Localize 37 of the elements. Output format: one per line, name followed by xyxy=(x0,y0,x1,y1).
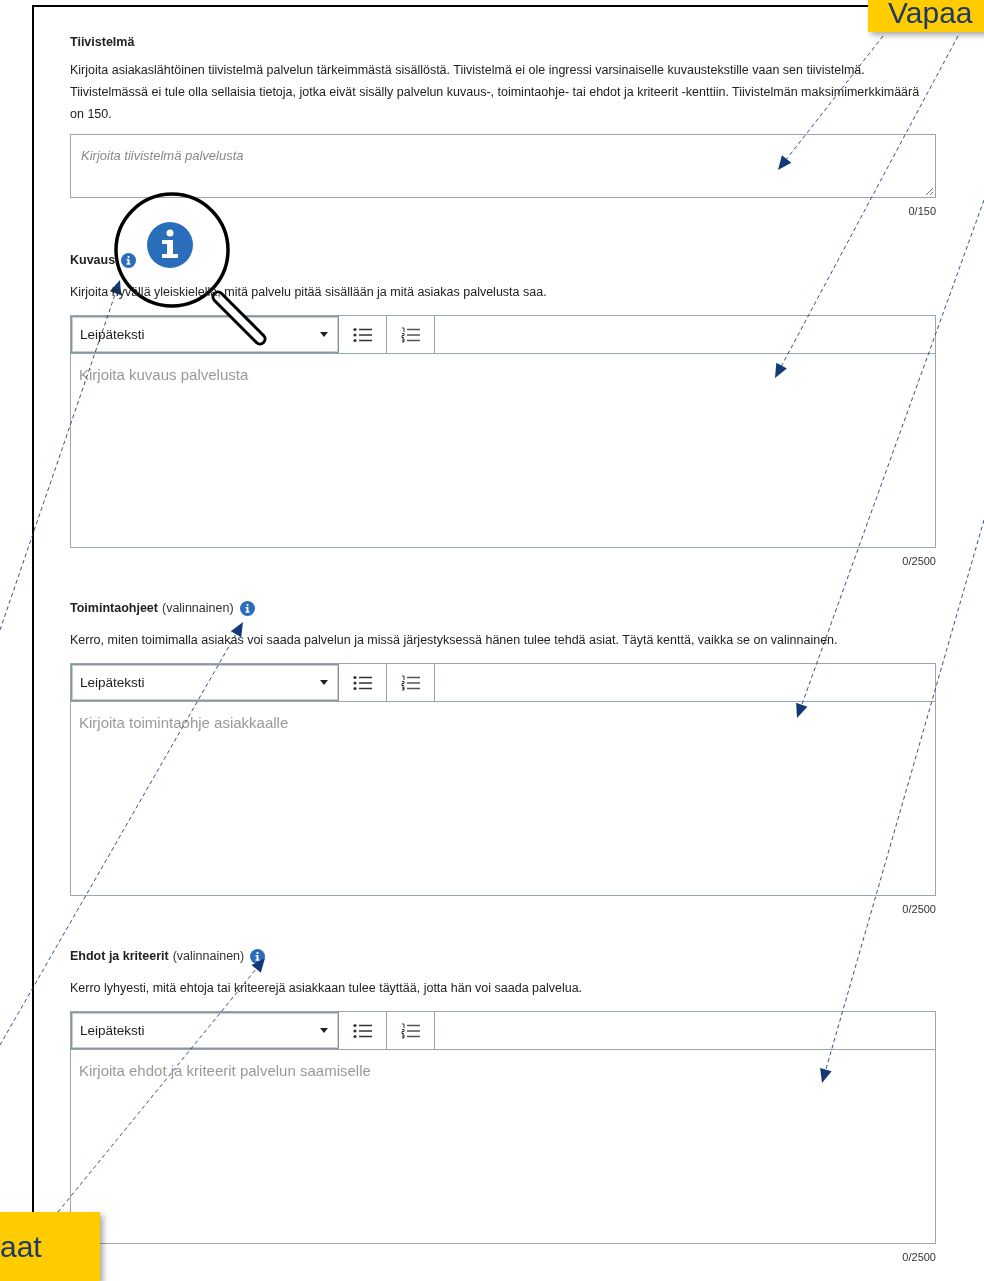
field-label: Ehdot ja kriteerit xyxy=(70,949,169,963)
info-icon[interactable] xyxy=(121,252,137,268)
optional-note: (valinnainen) xyxy=(172,949,245,963)
summary-textarea[interactable]: Kirjoita tiivistelmä palvelusta xyxy=(70,134,936,198)
placeholder-text: Kirjoita tiivistelmä palvelusta xyxy=(81,148,244,163)
field-description: Kerro, miten toimimalla asiakas voi saada palvelun ja missä järjestyksessä hänen tulee tehdä asiat. Täytä kenttä, vaikka se on valinnainen. xyxy=(70,632,839,649)
field-label: Kuvaus xyxy=(70,253,116,267)
text-editor-area[interactable]: Kirjoita kuvaus palvelusta xyxy=(71,354,935,547)
character-counter: 0/150 xyxy=(908,205,936,217)
caret-icon xyxy=(320,680,328,685)
bullet-list-icon xyxy=(352,326,373,343)
bullet-list-icon xyxy=(352,674,373,691)
placeholder-text: Kirjoita kuvaus palvelusta xyxy=(79,366,249,383)
text-style-dropdown[interactable]: Leipäteksti xyxy=(71,316,339,353)
placeholder-text: Kirjoita ehdot ja kriteerit palvelun saamiselle xyxy=(79,1062,371,1079)
callout-label: aat xyxy=(0,1212,100,1281)
field-description: Kerro lyhyesti, mitä ehtoja tai kriteerejä asiakkaan tulee täyttää, jotta hän voi saada palvelua. xyxy=(70,980,584,997)
caret-icon xyxy=(320,332,328,337)
numbered-list-icon xyxy=(400,674,421,691)
caret-icon xyxy=(320,1028,328,1033)
character-counter: 0/2500 xyxy=(902,903,936,915)
bullet-list-icon xyxy=(352,1022,373,1039)
text-editor-area[interactable]: Kirjoita toimintaohje asiakkaalle xyxy=(71,702,935,895)
numbered-list-icon xyxy=(400,1022,421,1039)
text-style-dropdown[interactable]: Leipäteksti xyxy=(71,1012,339,1049)
placeholder-text: Kirjoita toimintaohje asiakkaalle xyxy=(79,714,289,731)
character-counter: 0/2500 xyxy=(902,555,936,567)
info-icon[interactable] xyxy=(239,600,255,616)
field-label: Toimintaohjeet xyxy=(70,601,158,615)
callout-label: Vapaa xyxy=(868,0,984,32)
text-style-dropdown[interactable]: Leipäteksti xyxy=(71,664,339,701)
character-counter: 0/2500 xyxy=(902,1251,936,1263)
field-label: Tiivistelmä xyxy=(70,35,135,49)
resize-grip-icon[interactable] xyxy=(925,187,934,196)
field-description: Kirjoita asiakaslähtöinen tiivistelmä palvelun tärkeimmästä sisällöstä. Tiivistelmä ei ole ingressi varsinaiselle kuvaustekstille vaan sen tiivistelmä. Tiivistelmässä ei tule olla sellaisia tietoja, jotka eivät sisälly palvelun kuvaus-, toimintaohje- tai ehdot ja kriteerit -kenttiin. Tiivistelmän maksimimerkkimäärä on 150. xyxy=(70,62,921,123)
optional-note: (valinnainen) xyxy=(161,601,234,615)
numbered-list-icon xyxy=(400,326,421,343)
